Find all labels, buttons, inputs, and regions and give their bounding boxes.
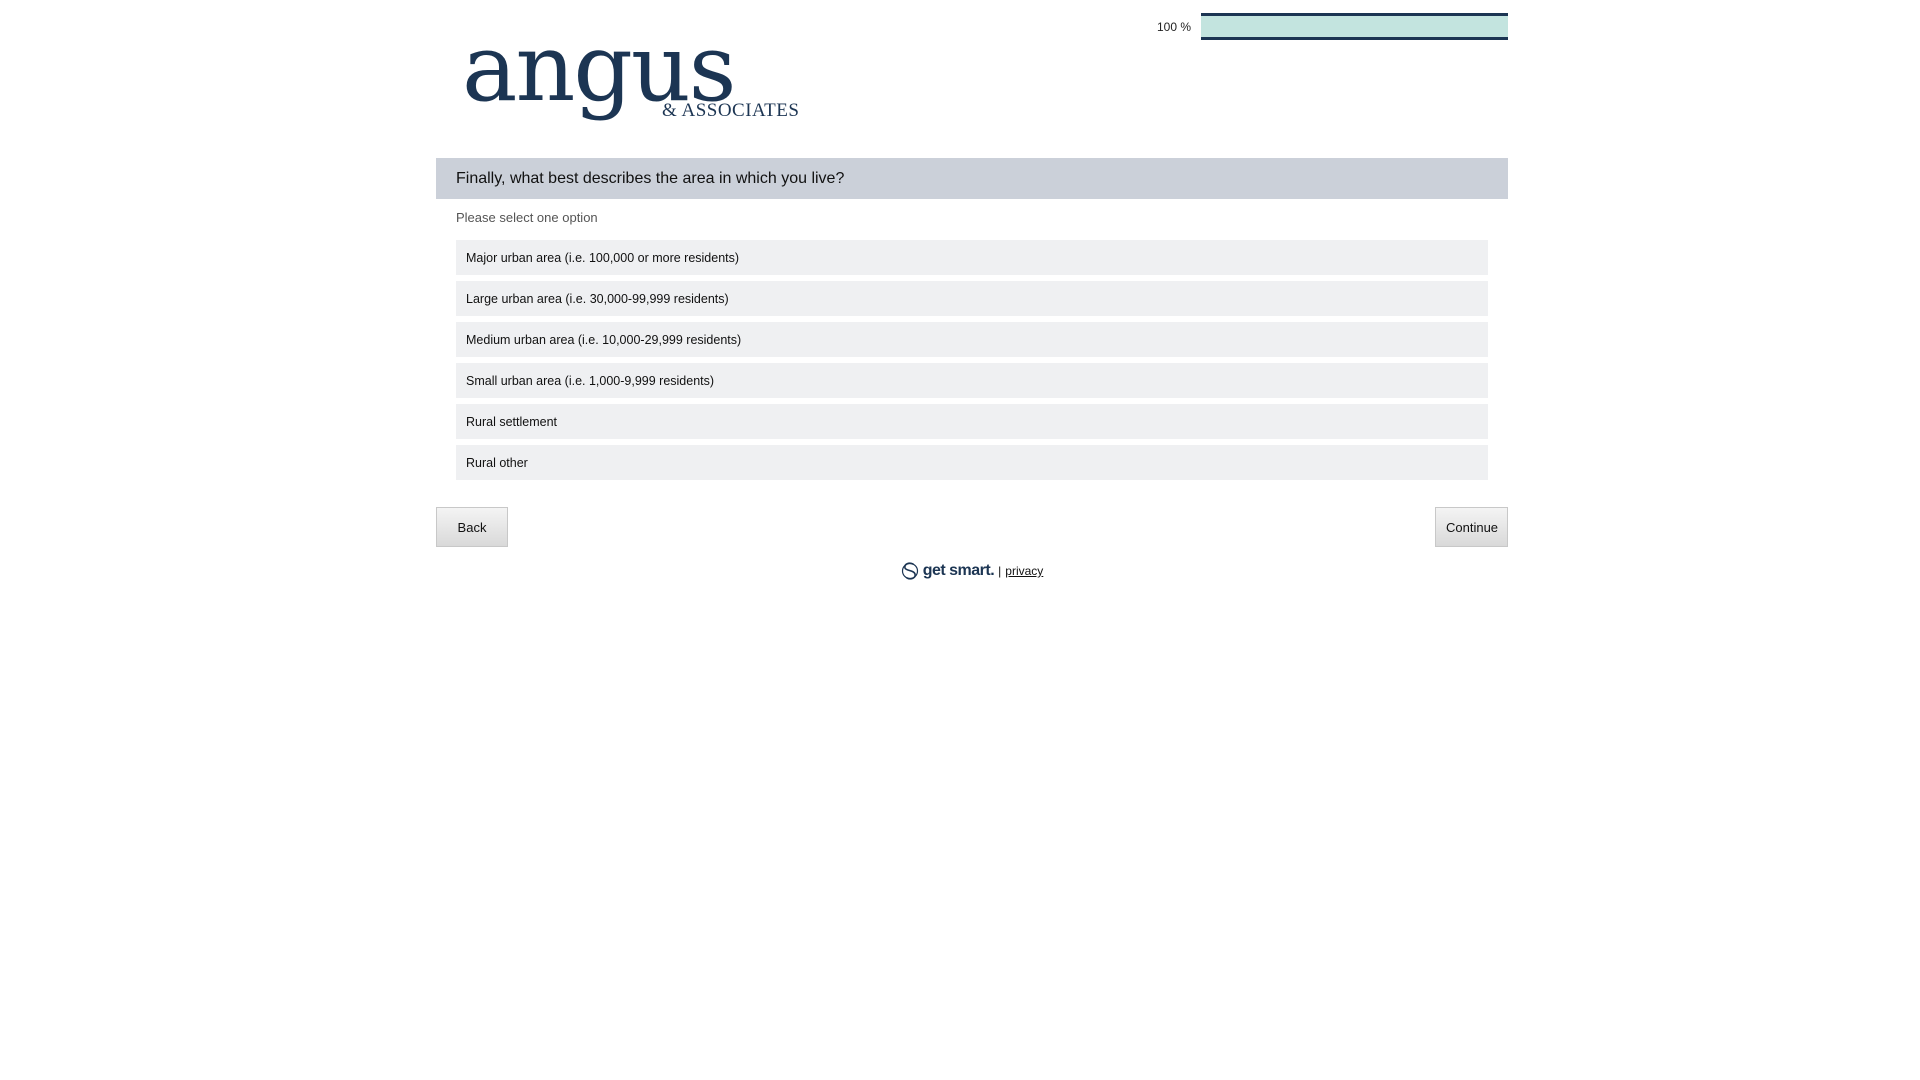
progress-fill [1201, 16, 1508, 37]
option-large-urban-area[interactable]: Large urban area (i.e. 30,000-99,999 res… [456, 281, 1488, 316]
getsmart-brand-text: get smart. [922, 562, 995, 579]
answer-options: Major urban area (i.e. 100,000 or more r… [456, 240, 1488, 480]
continue-button[interactable]: Continue [1435, 507, 1508, 547]
progress-indicator: 100 % [1157, 13, 1508, 40]
navigation: Back Continue [436, 507, 1508, 549]
privacy-link[interactable]: privacy [1005, 564, 1043, 578]
back-button[interactable]: Back [436, 507, 508, 547]
survey-page: angus & ASSOCIATES 100 % Finally, what b… [0, 0, 1920, 1080]
footer: get smart. | privacy [436, 561, 1508, 581]
getsmart-logo-icon [901, 562, 918, 580]
option-major-urban-area[interactable]: Major urban area (i.e. 100,000 or more r… [456, 240, 1488, 275]
option-rural-other[interactable]: Rural other [456, 445, 1488, 480]
question-instruction: Please select one option [456, 210, 598, 225]
survey-container: angus & ASSOCIATES 100 % Finally, what b… [436, 0, 1508, 581]
question-title: Finally, what best describes the area in… [436, 158, 1508, 199]
option-medium-urban-area[interactable]: Medium urban area (i.e. 10,000-29,999 re… [456, 322, 1488, 357]
logo-sub-text: & ASSOCIATES [662, 100, 800, 121]
footer-separator: | [998, 564, 1002, 578]
header: angus & ASSOCIATES 100 % [436, 0, 1508, 158]
option-small-urban-area[interactable]: Small urban area (i.e. 1,000-9,999 resid… [456, 363, 1488, 398]
option-rural-settlement[interactable]: Rural settlement [456, 404, 1488, 439]
angus-associates-logo: angus & ASSOCIATES [462, 18, 799, 130]
getsmart-logo: get smart. [901, 561, 995, 581]
progress-bar [1201, 13, 1508, 40]
progress-text: 100 % [1156, 19, 1191, 34]
